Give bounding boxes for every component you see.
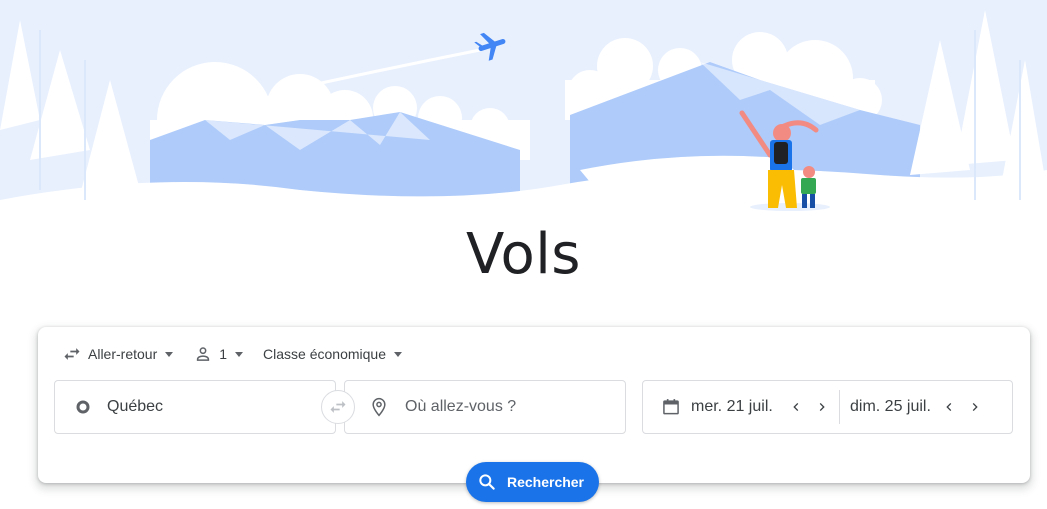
origin-circle-icon — [75, 399, 91, 415]
cabin-class-select[interactable]: Classe économique — [263, 346, 403, 362]
chevron-down-icon — [394, 351, 403, 357]
search-options: Aller-retour 1 Classe économique — [62, 343, 422, 365]
swap-arrows-icon — [328, 397, 348, 417]
search-icon — [477, 472, 497, 492]
search-button[interactable]: Rechercher — [466, 462, 599, 502]
origin-field[interactable]: Québec — [54, 380, 336, 434]
trip-type-select[interactable]: Aller-retour — [62, 344, 174, 364]
swap-horiz-icon — [62, 344, 82, 364]
destination-input: Où allez-vous ? — [405, 398, 517, 415]
departure-date[interactable]: mer. 21 juil. — [691, 398, 783, 416]
chevron-down-icon — [165, 351, 174, 357]
origin-value: Québec — [107, 398, 164, 415]
cabin-class-label: Classe économique — [263, 346, 387, 362]
passengers-select[interactable]: 1 — [193, 344, 244, 364]
chevron-down-icon — [235, 351, 244, 357]
search-button-label: Rechercher — [506, 474, 585, 490]
departure-next-button[interactable] — [809, 394, 835, 420]
date-divider — [839, 390, 840, 424]
destination-field[interactable]: Où allez-vous ? — [344, 380, 626, 434]
hero-illustration — [0, 0, 1047, 240]
return-prev-button[interactable] — [936, 394, 962, 420]
person-icon — [193, 344, 213, 364]
page-title: Vols — [466, 222, 581, 287]
return-next-button[interactable] — [962, 394, 988, 420]
trip-type-label: Aller-retour — [88, 346, 158, 362]
passengers-count: 1 — [219, 346, 228, 362]
swap-locations-button[interactable] — [321, 390, 355, 424]
flight-search-card: Aller-retour 1 Classe économique Québec — [38, 327, 1030, 483]
calendar-icon — [661, 397, 681, 417]
location-pin-icon — [369, 397, 389, 417]
dates-field[interactable]: mer. 21 juil. dim. 25 juil. — [642, 380, 1013, 434]
departure-prev-button[interactable] — [783, 394, 809, 420]
return-date[interactable]: dim. 25 juil. — [850, 398, 936, 416]
